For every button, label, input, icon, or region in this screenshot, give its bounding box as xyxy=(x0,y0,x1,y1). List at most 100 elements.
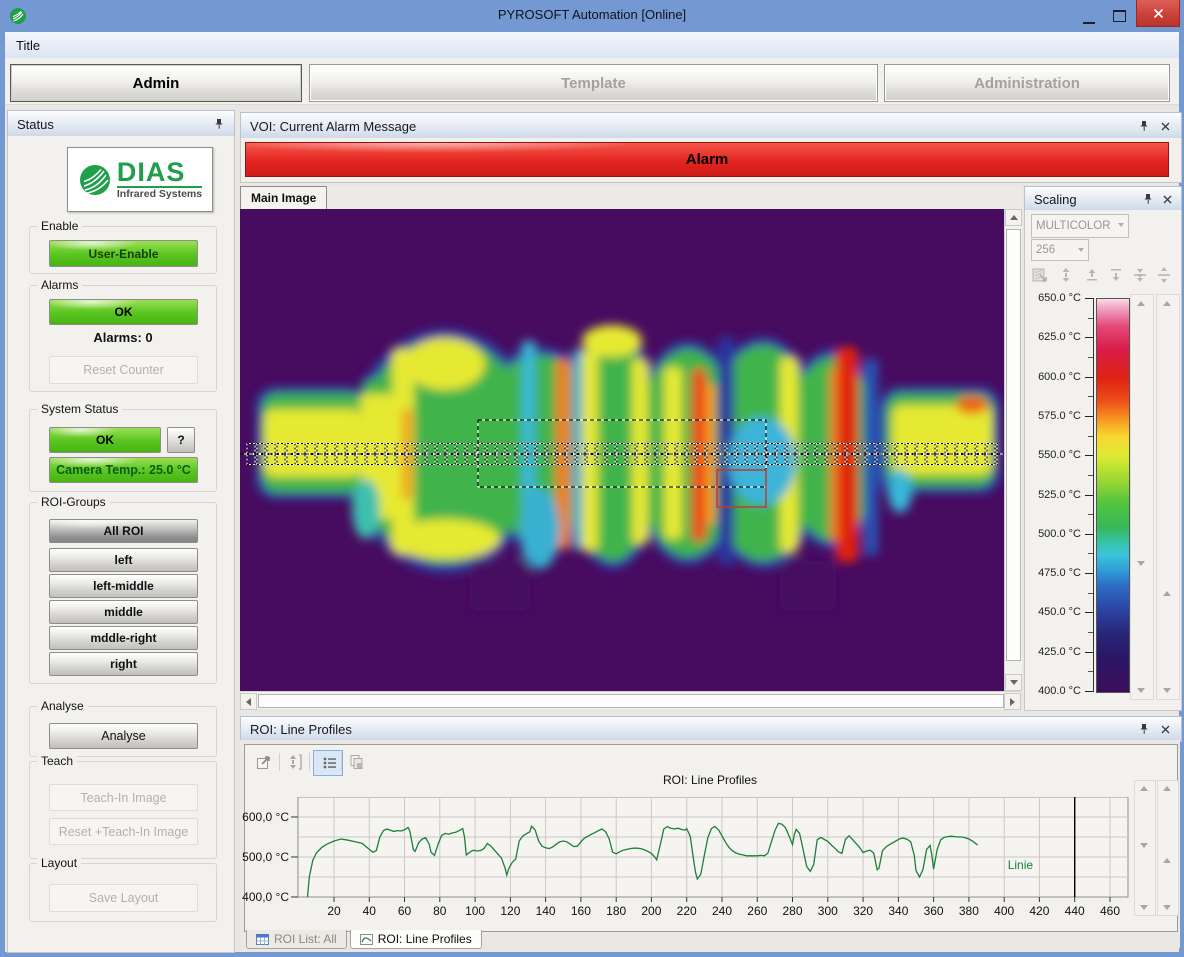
x-tick-label: 300 xyxy=(818,904,838,918)
x-tick-label: 400 xyxy=(994,904,1014,918)
scroll-down-button[interactable] xyxy=(1005,674,1022,691)
teach-group-label: Teach xyxy=(37,754,77,768)
auto-scale-icon[interactable] xyxy=(283,750,307,774)
window-title: PYROSOFT Automation [Online] xyxy=(0,7,1184,22)
analyse-button[interactable]: Analyse xyxy=(49,723,198,749)
maximize-button[interactable] xyxy=(1108,8,1130,24)
roi-groups-group: ROI-Groups All ROI left left-middle midd… xyxy=(29,502,217,684)
voi-panel: Alarm xyxy=(240,138,1182,183)
pin-icon[interactable] xyxy=(212,117,226,131)
x-tick-label: 340 xyxy=(888,904,908,918)
teach-in-image-button[interactable]: Teach-In Image xyxy=(49,784,198,811)
help-button[interactable]: ? xyxy=(167,427,195,453)
x-tick-label: 420 xyxy=(1029,904,1049,918)
horizontal-scroll-thumb[interactable] xyxy=(258,694,1004,708)
scale-tick-mark xyxy=(1085,573,1093,574)
roi-panel-header: ROI: Line Profiles xyxy=(240,716,1182,742)
y-tick-label: 600,0 °C xyxy=(242,810,289,824)
menu-title[interactable]: Title xyxy=(16,38,40,53)
alarms-ok-indicator[interactable]: OK xyxy=(49,299,198,325)
roi-group-left[interactable]: left xyxy=(49,548,198,572)
voi-panel-header: VOI: Current Alarm Message xyxy=(240,112,1182,140)
roi-group-middle-right[interactable]: mddle-right xyxy=(49,626,198,650)
close-button[interactable] xyxy=(1136,0,1180,27)
vertical-scroll-thumb[interactable] xyxy=(1006,229,1021,661)
scale-tick-mark xyxy=(1085,612,1093,613)
close-icon[interactable] xyxy=(1158,119,1172,133)
chart-vertical-scrollbar[interactable] xyxy=(1134,780,1156,916)
scale-min-down-icon[interactable] xyxy=(1105,264,1127,286)
close-icon[interactable] xyxy=(1158,722,1172,736)
scaling-panel-header: Scaling xyxy=(1024,186,1182,212)
tab-roi-line-profiles[interactable]: ROI: Line Profiles xyxy=(350,930,482,949)
x-tick-label: 280 xyxy=(782,904,802,918)
tab-admin[interactable]: Admin xyxy=(10,64,302,102)
x-tick-label: 200 xyxy=(641,904,661,918)
compress-scale-icon[interactable] xyxy=(1129,264,1151,286)
reset-teach-in-image-button[interactable]: Reset +Teach-In Image xyxy=(49,818,198,845)
camera-temp-indicator[interactable]: Camera Temp.: 25.0 °C xyxy=(49,457,198,483)
roi-group-middle[interactable]: middle xyxy=(49,600,198,624)
scale-tick-mark xyxy=(1085,416,1093,417)
chart-zoom-scrollbar[interactable] xyxy=(1157,780,1179,916)
close-icon[interactable] xyxy=(1160,192,1174,206)
tab-main-image[interactable]: Main Image xyxy=(240,186,327,209)
reset-counter-button[interactable]: Reset Counter xyxy=(49,356,198,384)
pin-icon[interactable] xyxy=(1137,119,1151,133)
y-tick-label: 500,0 °C xyxy=(242,850,289,864)
scale-min-scrollbar[interactable] xyxy=(1156,294,1180,700)
legend-list-icon[interactable] xyxy=(313,750,343,776)
image-horizontal-scrollbar[interactable] xyxy=(240,691,1021,709)
tab-roi-list[interactable]: ROI List: All xyxy=(246,930,347,949)
save-layout-button[interactable]: Save Layout xyxy=(49,884,198,912)
expand-scale-icon[interactable] xyxy=(1153,264,1175,286)
x-tick-label: 320 xyxy=(853,904,873,918)
x-tick-label: 440 xyxy=(1065,904,1085,918)
logo-subtitle: Infrared Systems xyxy=(117,186,202,200)
tab-administration[interactable]: Administration xyxy=(884,64,1170,102)
x-tick-label: 360 xyxy=(924,904,944,918)
scale-tick-mark xyxy=(1085,495,1093,496)
roi-panel-title: ROI: Line Profiles xyxy=(250,722,352,737)
dias-logo-icon xyxy=(78,163,112,197)
roi-group-left-middle[interactable]: left-middle xyxy=(49,574,198,598)
roi-group-all[interactable]: All ROI xyxy=(49,519,198,543)
x-tick-label: 220 xyxy=(677,904,697,918)
x-tick-label: 160 xyxy=(571,904,591,918)
tab-template[interactable]: Template xyxy=(309,64,878,102)
minimize-button[interactable] xyxy=(1078,8,1100,24)
analyse-group-label: Analyse xyxy=(37,699,88,713)
scale-tick-label: 550.0 °C xyxy=(1025,448,1081,462)
pin-icon[interactable] xyxy=(1141,192,1155,206)
scale-max-scrollbar[interactable] xyxy=(1130,294,1154,700)
menu-bar: Title xyxy=(5,32,1179,59)
line-profile-chart[interactable]: 2040608010012014016018020022024026028030… xyxy=(240,797,1140,922)
image-vertical-scrollbar[interactable] xyxy=(1004,209,1022,691)
enable-group: Enable User-Enable xyxy=(29,226,217,274)
x-tick-label: 260 xyxy=(747,904,767,918)
pin-icon[interactable] xyxy=(1137,722,1151,736)
chevron-down-icon xyxy=(1118,223,1124,227)
application-window: PYROSOFT Automation [Online] Title Admin… xyxy=(0,0,1184,957)
scroll-left-button[interactable] xyxy=(240,693,257,710)
scaling-panel-title: Scaling xyxy=(1034,192,1077,207)
scale-tick-label: 575.0 °C xyxy=(1025,409,1081,423)
roi-group-right[interactable]: right xyxy=(49,652,198,676)
user-enable-button[interactable]: User-Enable xyxy=(49,240,198,267)
scroll-up-button[interactable] xyxy=(1005,209,1022,226)
alarms-group-label: Alarms xyxy=(37,278,82,292)
scroll-right-button[interactable] xyxy=(1004,693,1021,710)
system-ok-indicator[interactable]: OK xyxy=(49,427,161,453)
alarms-group: Alarms OK Alarms: 0 Reset Counter xyxy=(29,285,217,392)
thermal-image[interactable] xyxy=(240,209,1004,691)
scale-tick-label: 650.0 °C xyxy=(1025,291,1081,305)
scale-tick-mark xyxy=(1085,652,1093,653)
copy-save-icon[interactable] xyxy=(345,750,369,774)
scale-tick-label: 600.0 °C xyxy=(1025,370,1081,384)
roi-groups-label: ROI-Groups xyxy=(37,495,110,509)
title-bar: PYROSOFT Automation [Online] xyxy=(0,0,1184,32)
color-scale-bar xyxy=(1096,298,1130,693)
scale-tick-area: 650.0 °C625.0 °C600.0 °C575.0 °C550.0 °C… xyxy=(1025,210,1095,710)
export-chart-icon[interactable] xyxy=(252,750,276,774)
alarm-banner: Alarm xyxy=(245,142,1169,177)
